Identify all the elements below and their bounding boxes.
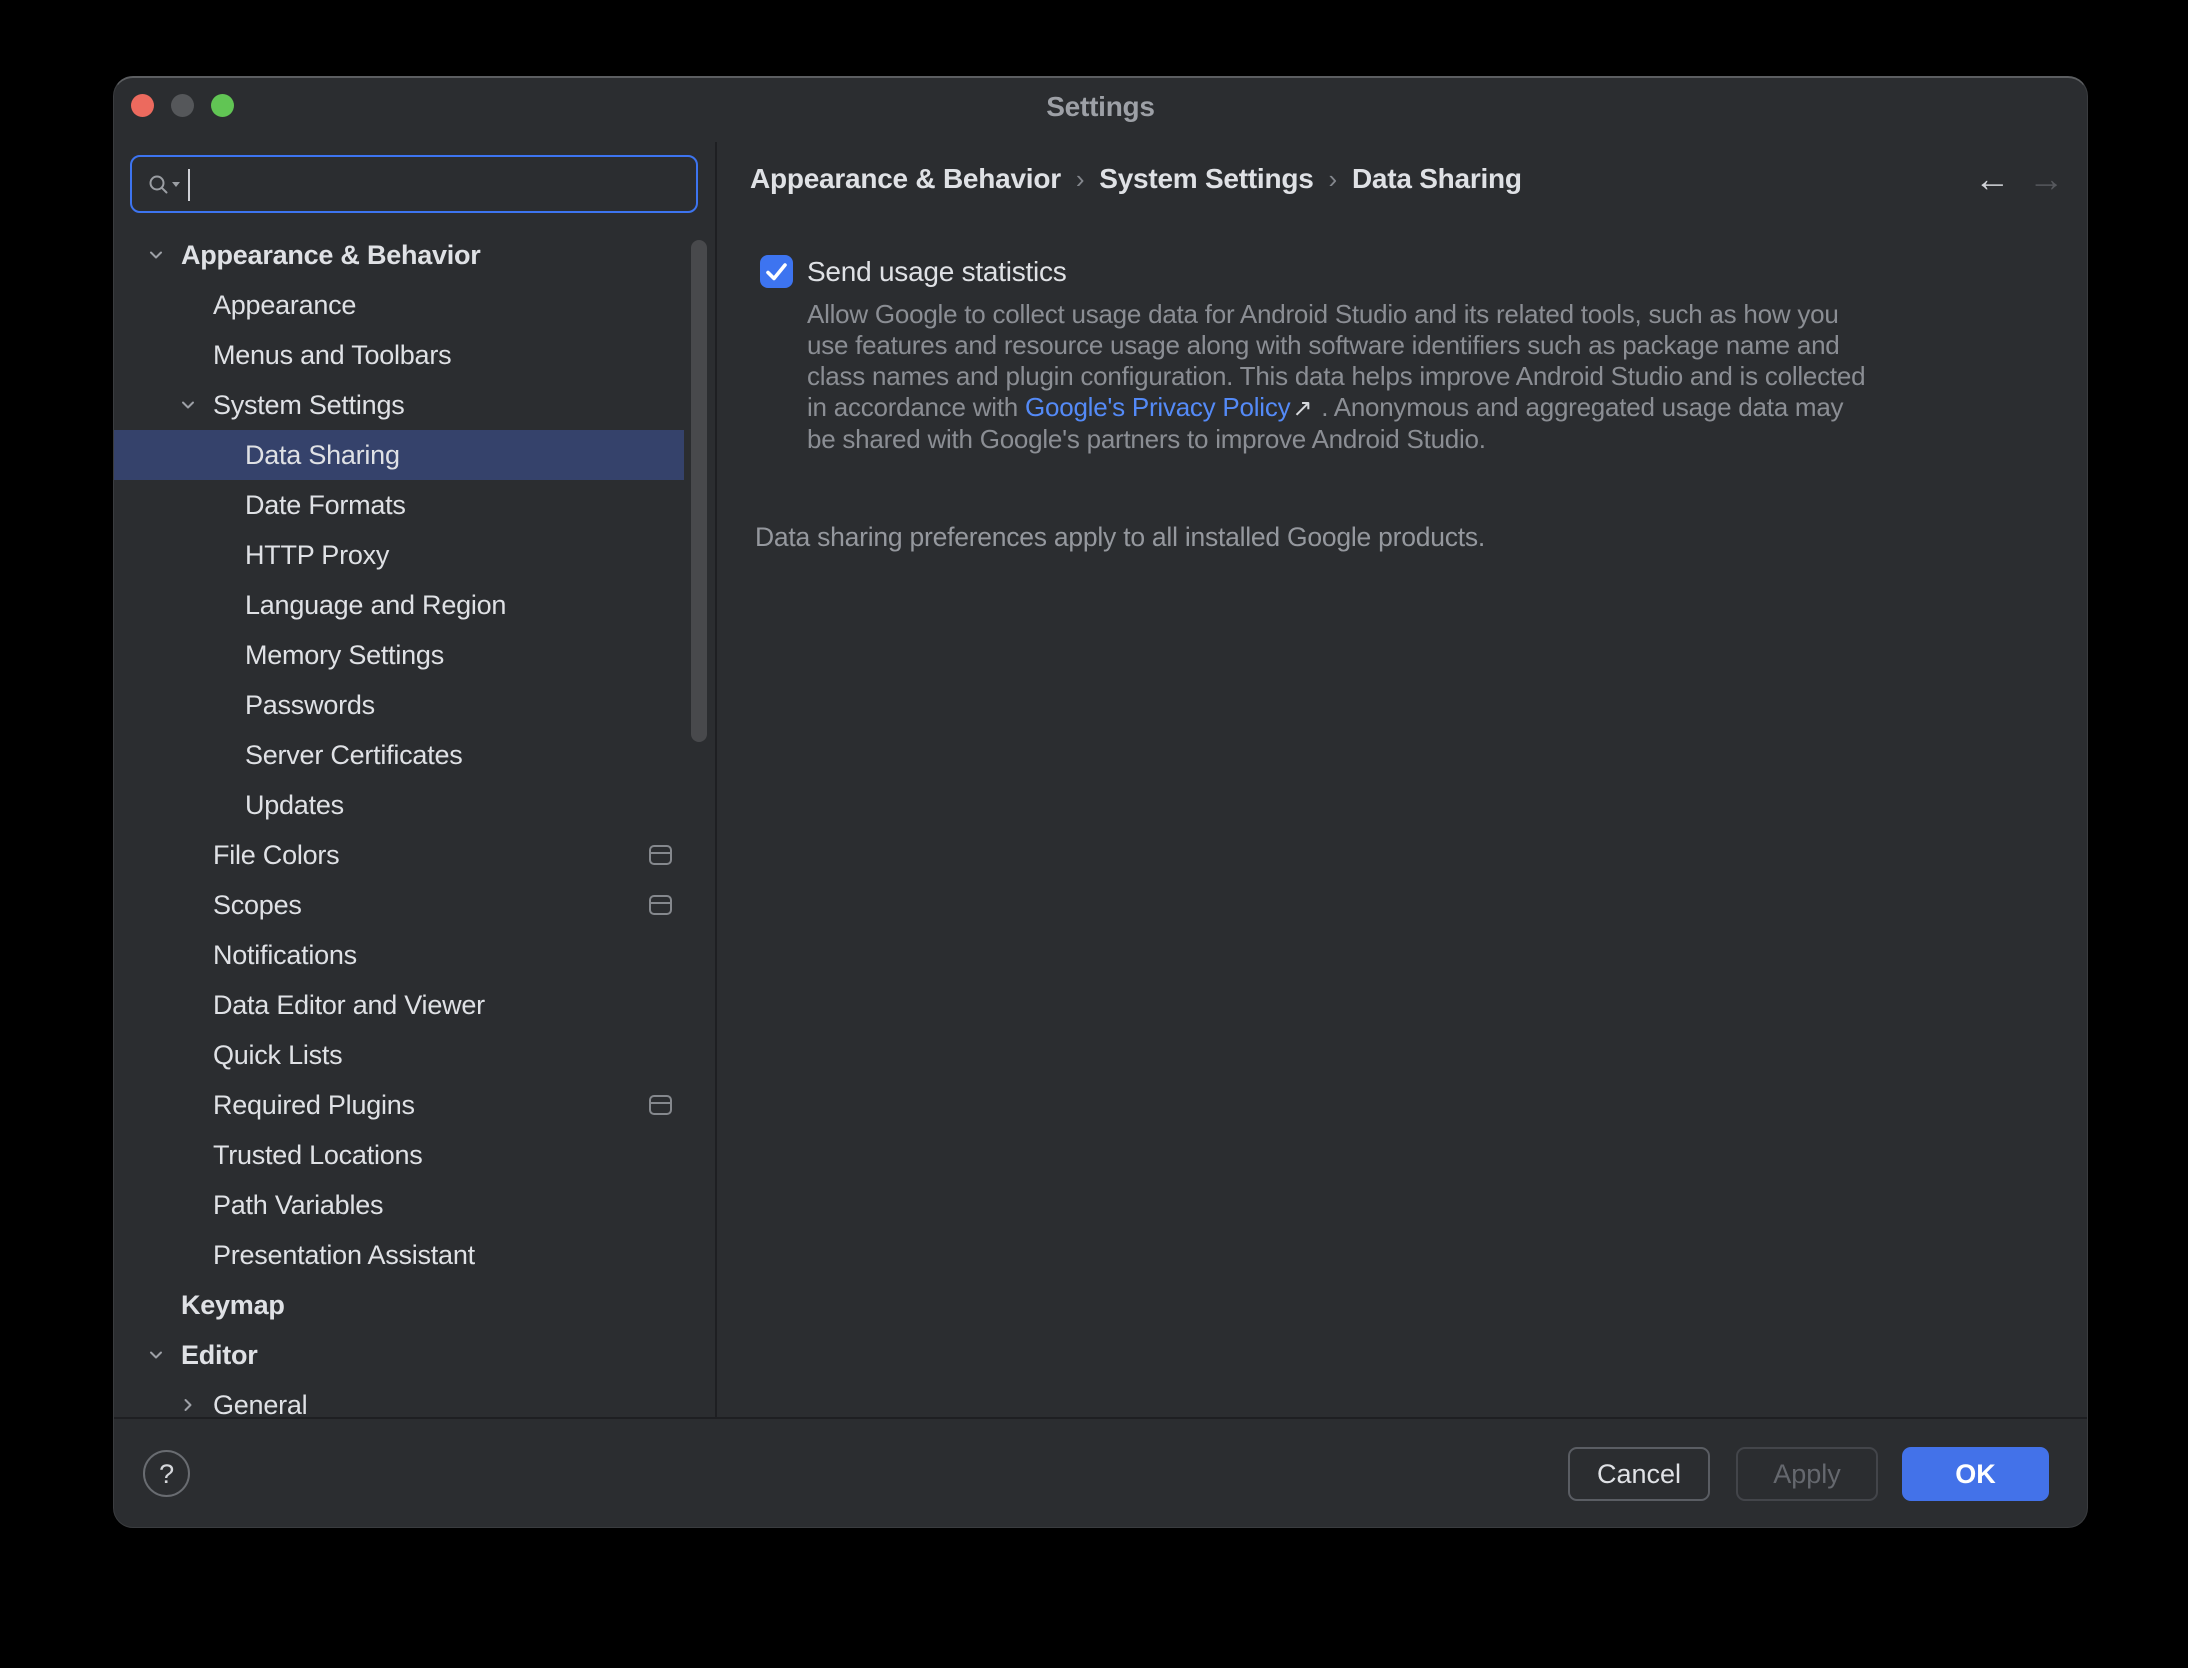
tree-item-http-proxy[interactable]: HTTP Proxy	[114, 530, 684, 580]
tree-item-label: Required Plugins	[213, 1090, 415, 1121]
tree-item-label: Scopes	[213, 890, 302, 921]
tree-item-date-formats[interactable]: Date Formats	[114, 480, 684, 530]
chevron-down-icon[interactable]	[178, 395, 198, 415]
tree-item-keymap[interactable]: Keymap	[114, 1280, 684, 1330]
tree-item-label: Language and Region	[245, 590, 506, 621]
tree-item-notifications[interactable]: Notifications	[114, 930, 684, 980]
tree-item-label: Appearance	[213, 290, 356, 321]
tree-item-menus-and-toolbars[interactable]: Menus and Toolbars	[114, 330, 684, 380]
send-usage-statistics-checkbox[interactable]	[760, 255, 793, 288]
ok-button[interactable]: OK	[1902, 1447, 2049, 1501]
window-badge-icon	[649, 1095, 672, 1115]
tree-item-label: Passwords	[245, 690, 375, 721]
tree-item-quick-lists[interactable]: Quick Lists	[114, 1030, 684, 1080]
tree-item-label: Menus and Toolbars	[213, 340, 451, 371]
tree-item-label: Presentation Assistant	[213, 1240, 475, 1271]
tree-item-editor[interactable]: Editor	[114, 1330, 684, 1380]
tree-item-language-and-region[interactable]: Language and Region	[114, 580, 684, 630]
main-panel: Appearance & Behavior › System Settings › Da…	[717, 142, 2088, 1419]
tree-item-label: Trusted Locations	[213, 1140, 423, 1171]
breadcrumb: Appearance & Behavior › System Settings › Da…	[750, 163, 1522, 195]
tree-item-label: Editor	[181, 1340, 258, 1371]
search-box[interactable]	[130, 155, 698, 213]
tree-item-label: Appearance & Behavior	[181, 240, 481, 271]
usage-description: Allow Google to collect usage data for A…	[807, 299, 1872, 455]
tree-item-label: Keymap	[181, 1290, 285, 1321]
tree-item-label: Data Sharing	[245, 440, 400, 471]
chevron-down-icon[interactable]	[146, 1345, 166, 1365]
tree-item-label: Memory Settings	[245, 640, 444, 671]
tree-item-label: System Settings	[213, 390, 404, 421]
tree-item-label: Path Variables	[213, 1190, 383, 1221]
back-arrow-icon[interactable]: ←	[1969, 156, 2015, 202]
tree-item-label: Quick Lists	[213, 1040, 342, 1071]
tree-item-passwords[interactable]: Passwords	[114, 680, 684, 730]
tree-item-file-colors[interactable]: File Colors	[114, 830, 684, 880]
tree-item-server-certificates[interactable]: Server Certificates	[114, 730, 684, 780]
forward-arrow-icon: →	[2023, 156, 2069, 202]
tree-item-label: Server Certificates	[245, 740, 463, 771]
window-badge-icon	[649, 845, 672, 865]
tree-item-system-settings[interactable]: System Settings	[114, 380, 684, 430]
tree-item-label: Data Editor and Viewer	[213, 990, 485, 1021]
checkbox-label[interactable]: Send usage statistics	[807, 255, 1067, 288]
footer-bar: ? Cancel Apply OK	[114, 1417, 2087, 1527]
tree-item-updates[interactable]: Updates	[114, 780, 684, 830]
text-caret	[188, 169, 190, 201]
tree-item-appearance-behavior[interactable]: Appearance & Behavior	[114, 230, 684, 280]
sidebar-scrollbar[interactable]	[691, 240, 707, 742]
data-sharing-note: Data sharing preferences apply to all in…	[755, 522, 1485, 553]
breadcrumb-item-appearance-behavior[interactable]: Appearance & Behavior	[750, 163, 1061, 195]
breadcrumb-item-data-sharing[interactable]: Data Sharing	[1352, 163, 1522, 195]
external-link-icon: ↗	[1290, 395, 1314, 422]
tree-item-memory-settings[interactable]: Memory Settings	[114, 630, 684, 680]
tree-item-label: General	[213, 1390, 307, 1420]
tree-item-label: Notifications	[213, 940, 357, 971]
cancel-button[interactable]: Cancel	[1568, 1447, 1710, 1501]
breadcrumb-separator-icon: ›	[1076, 164, 1084, 195]
privacy-policy-link[interactable]: Google's Privacy Policy	[1025, 392, 1290, 422]
tree-item-data-sharing[interactable]: Data Sharing	[114, 430, 684, 480]
chevron-down-icon[interactable]	[146, 245, 166, 265]
settings-sidebar: Appearance & Behavior Appearance Menus and…	[114, 78, 715, 1419]
chevron-right-icon[interactable]	[178, 1395, 198, 1415]
checkmark-icon	[760, 255, 793, 288]
tree-item-scopes[interactable]: Scopes	[114, 880, 684, 930]
tree-item-label: File Colors	[213, 840, 339, 871]
tree-item-data-editor-and-viewer[interactable]: Data Editor and Viewer	[114, 980, 684, 1030]
tree-item-general[interactable]: General	[114, 1380, 684, 1419]
search-input[interactable]	[196, 159, 690, 207]
settings-window: Settings Appearance & BehaviorAppearance…	[113, 76, 2088, 1528]
tree-item-label: Updates	[245, 790, 344, 821]
tree-item-appearance[interactable]: Appearance	[114, 280, 684, 330]
tree-item-required-plugins[interactable]: Required Plugins	[114, 1080, 684, 1130]
tree-item-trusted-locations[interactable]: Trusted Locations	[114, 1130, 684, 1180]
search-icon[interactable]	[146, 172, 188, 205]
tree-item-label: Date Formats	[245, 490, 406, 521]
tree-item-label: HTTP Proxy	[245, 540, 389, 571]
tree-item-path-variables[interactable]: Path Variables	[114, 1180, 684, 1230]
help-button[interactable]: ?	[143, 1450, 190, 1497]
tree-item-presentation-assistant[interactable]: Presentation Assistant	[114, 1230, 684, 1280]
breadcrumb-separator-icon: ›	[1329, 164, 1337, 195]
breadcrumb-item-system-settings[interactable]: System Settings	[1099, 163, 1313, 195]
window-badge-icon	[649, 895, 672, 915]
apply-button[interactable]: Apply	[1736, 1447, 1878, 1501]
